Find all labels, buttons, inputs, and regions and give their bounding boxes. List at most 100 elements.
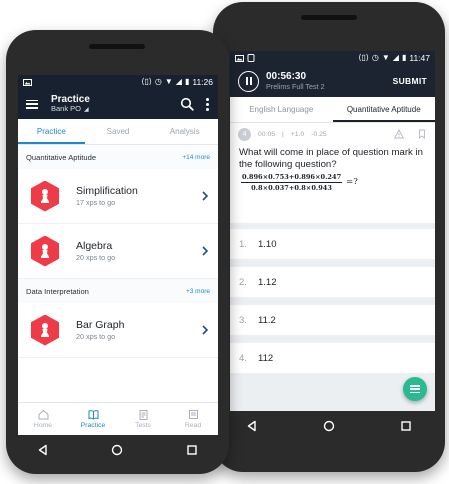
- tab-quantitative-aptitude[interactable]: Quantitative Aptitude: [332, 97, 435, 122]
- notification-area: [23, 78, 32, 86]
- chevron-right-icon: [202, 325, 209, 335]
- practice-screen: ⟨▯⟩ ◷ ▼ ◢ ▮ 11:26 Practice Bank PO ◢ Pra…: [18, 75, 218, 435]
- title-block[interactable]: Practice Bank PO ◢: [51, 94, 180, 114]
- submit-button[interactable]: SUBMIT: [393, 76, 427, 86]
- nav-label: Tests: [135, 422, 151, 429]
- test-toolbar: 00:56:30 Prelims Full Test 2 SUBMIT: [230, 65, 435, 97]
- image-notification-icon: [23, 78, 32, 86]
- option-1[interactable]: 1. 1.10: [230, 229, 435, 259]
- test-name: Prelims Full Test 2: [266, 81, 325, 91]
- topic-name: Simplification: [76, 185, 138, 198]
- pawn-icon: [41, 189, 49, 203]
- home-icon[interactable]: [111, 444, 123, 456]
- bookmark-icon[interactable]: [417, 129, 427, 139]
- chevron-right-icon: [202, 246, 209, 256]
- more-options-icon[interactable]: [206, 97, 210, 111]
- notification-area: [235, 54, 255, 62]
- positive-marks: +1.0: [290, 130, 305, 138]
- topic-item-bar-graph[interactable]: Bar Graph 20 xps to go: [18, 303, 218, 358]
- sim-icon: [247, 54, 255, 62]
- pause-button[interactable]: [238, 70, 259, 92]
- vibrate-icon: ⟨▯⟩: [358, 53, 369, 62]
- speaker-grille: [301, 15, 357, 20]
- bottom-nav: Home Practice Tests Read: [18, 402, 218, 435]
- meta-divider: |: [282, 130, 284, 138]
- tab-english-language[interactable]: English Language: [230, 97, 333, 122]
- alarm-icon: ◷: [371, 53, 379, 62]
- option-3[interactable]: 3. 11.2: [230, 305, 435, 335]
- topic-item-simplification[interactable]: Simplification 17 xps to go: [18, 169, 218, 224]
- alarm-icon: ◷: [154, 77, 162, 86]
- test-screen: ⟨▯⟩ ◷ ▼ ◢ ▮ 11:47 00:56:30 Prelims Full …: [230, 51, 435, 411]
- dropdown-caret-icon: ◢: [84, 107, 89, 114]
- option-value: 112: [258, 352, 274, 364]
- more-topics-link[interactable]: +14 more: [182, 154, 210, 161]
- practice-phone: ⟨▯⟩ ◷ ▼ ◢ ▮ 11:26 Practice Bank PO ◢ Pra…: [6, 30, 229, 474]
- wifi-icon: ▼: [164, 77, 173, 86]
- menu-icon[interactable]: [26, 99, 38, 109]
- question-expression: 0.896×0.753+0.896×0.247 0.8×0.037+0.8×0.…: [230, 172, 435, 192]
- book-icon: [88, 410, 98, 420]
- option-4[interactable]: 4. 112: [230, 343, 435, 373]
- test-header: ⟨▯⟩ ◷ ▼ ◢ ▮ 11:47 00:56:30 Prelims Full …: [230, 51, 435, 97]
- topic-badge: [31, 180, 59, 212]
- topic-badge: [31, 235, 59, 267]
- status-time: 11:47: [409, 53, 430, 63]
- nav-read[interactable]: Read: [168, 403, 218, 435]
- tab-analysis[interactable]: Analysis: [151, 119, 218, 144]
- list-icon: [410, 385, 420, 393]
- battery-icon: ▮: [401, 53, 407, 62]
- nav-label: Read: [184, 422, 202, 429]
- pawn-icon: [41, 244, 49, 258]
- report-icon[interactable]: [394, 129, 404, 139]
- app-bar: Practice Bank PO ◢: [18, 89, 218, 119]
- topic-xps: 17 xps to go: [76, 198, 116, 208]
- option-number: 1.: [239, 238, 247, 250]
- topic-xps: 20 xps to go: [76, 253, 116, 263]
- topic-name: Bar Graph: [76, 319, 125, 332]
- question-palette-button[interactable]: [403, 377, 427, 401]
- recents-icon[interactable]: [186, 444, 198, 456]
- option-number: 3.: [239, 314, 247, 326]
- timer-block: 00:56:30 Prelims Full Test 2: [266, 71, 393, 92]
- home-icon: [38, 409, 48, 420]
- recents-icon[interactable]: [400, 420, 412, 432]
- nav-label: Home: [33, 422, 53, 429]
- tab-saved[interactable]: Saved: [85, 119, 152, 144]
- equals-question: =?: [346, 177, 358, 188]
- option-value: 11.2: [258, 314, 276, 326]
- exam-selector[interactable]: Bank PO ◢: [51, 104, 180, 114]
- nav-home[interactable]: Home: [18, 403, 68, 435]
- topic-name: Algebra: [76, 240, 113, 253]
- question-meta: 4 00:05 | +1.0 -0.25: [230, 123, 435, 145]
- back-icon[interactable]: [246, 420, 258, 432]
- fraction-numerator: 0.896×0.753+0.896×0.247: [241, 172, 343, 183]
- system-nav: [6, 437, 229, 463]
- wifi-icon: ▼: [381, 53, 390, 62]
- section-header: Data Interpretation +3 more: [18, 279, 218, 303]
- topic-xps: 20 xps to go: [76, 332, 116, 342]
- search-icon[interactable]: [180, 97, 194, 111]
- clipboard-icon: [139, 410, 147, 420]
- nav-label: Practice: [80, 422, 106, 429]
- topic-item-algebra[interactable]: Algebra 20 xps to go: [18, 224, 218, 279]
- tab-practice[interactable]: Practice: [18, 119, 85, 144]
- article-icon: [188, 410, 198, 419]
- option-number: 4.: [239, 352, 247, 364]
- back-icon[interactable]: [37, 444, 49, 456]
- more-topics-link[interactable]: +3 more: [186, 288, 210, 295]
- test-timer: 00:56:30: [266, 70, 307, 82]
- practice-header: ⟨▯⟩ ◷ ▼ ◢ ▮ 11:26 Practice Bank PO ◢: [18, 75, 218, 119]
- option-2[interactable]: 2. 1.12: [230, 267, 435, 297]
- speaker-grille: [89, 44, 145, 49]
- nav-tests[interactable]: Tests: [118, 403, 168, 435]
- section-title: Data Interpretation: [26, 286, 89, 296]
- home-icon[interactable]: [323, 420, 335, 432]
- vibrate-icon: ⟨▯⟩: [141, 77, 152, 86]
- pawn-icon: [41, 323, 49, 337]
- test-phone: ⟨▯⟩ ◷ ▼ ◢ ▮ 11:47 00:56:30 Prelims Full …: [213, 2, 445, 472]
- nav-practice[interactable]: Practice: [68, 403, 118, 435]
- status-bar: ⟨▯⟩ ◷ ▼ ◢ ▮ 11:47: [230, 51, 435, 65]
- section-header: Quantitative Aptitude +14 more: [18, 145, 218, 169]
- stage: ⟨▯⟩ ◷ ▼ ◢ ▮ 11:47 00:56:30 Prelims Full …: [0, 0, 449, 484]
